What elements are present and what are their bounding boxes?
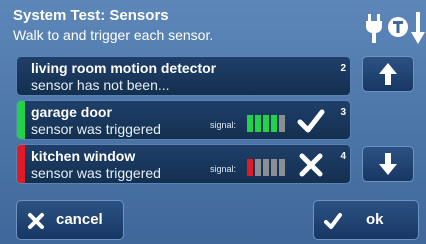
page-subtitle: Walk to and trigger each sensor.: [13, 27, 214, 43]
signal-bar: [263, 159, 269, 176]
sensor-row[interactable]: garage door sensor was triggered 3 signal:: [16, 100, 351, 140]
sensor-status: sensor was triggered: [31, 121, 161, 137]
sensor-status: sensor was triggered: [31, 165, 161, 181]
sensor-name: kitchen window: [31, 148, 136, 164]
x-icon: [28, 213, 44, 229]
signal-bar: [263, 115, 269, 132]
status-stripe: [17, 101, 25, 139]
signal-bar: [279, 159, 285, 176]
arrow-up-icon: [379, 63, 397, 85]
sensor-number: 3: [340, 107, 346, 118]
sensor-status: sensor has not been...: [31, 77, 170, 93]
sensor-name: garage door: [31, 104, 112, 120]
sensor-row[interactable]: living room motion detector sensor has no…: [16, 56, 351, 96]
check-icon: [297, 109, 325, 133]
signal-meter: [247, 115, 285, 132]
signal-bar: [279, 115, 285, 132]
ok-button[interactable]: ok: [313, 200, 419, 240]
arrow-down-icon: [379, 153, 397, 175]
x-icon: [299, 153, 323, 177]
signal-bar: [247, 115, 253, 132]
sensor-number: 2: [340, 63, 346, 74]
signal-meter: [247, 159, 285, 176]
sensor-name: living room motion detector: [31, 60, 217, 76]
status-stripe: [17, 145, 25, 183]
t-circle-icon: [388, 17, 408, 37]
signal-label: signal:: [210, 120, 237, 130]
signal-bar: [271, 159, 277, 176]
status-icons: [366, 12, 425, 44]
signal-bar: [247, 159, 253, 176]
arrow-down-icon: [411, 12, 425, 44]
plug-icon: [366, 14, 382, 43]
scroll-down-button[interactable]: [362, 146, 414, 182]
signal-label: signal:: [210, 164, 237, 174]
check-icon: [324, 213, 342, 229]
cancel-label: cancel: [56, 211, 103, 228]
signal-bar: [255, 159, 261, 176]
scroll-up-button[interactable]: [362, 56, 414, 92]
signal-bar: [271, 115, 277, 132]
ok-label: ok: [366, 211, 384, 228]
sensor-number: 4: [340, 151, 346, 162]
signal-bar: [255, 115, 261, 132]
sensor-row[interactable]: kitchen window sensor was triggered 4 signa…: [16, 144, 351, 184]
page-title: System Test: Sensors: [13, 7, 169, 24]
header: System Test: Sensors Walk to and trigger…: [0, 0, 426, 48]
cancel-button[interactable]: cancel: [16, 200, 124, 240]
